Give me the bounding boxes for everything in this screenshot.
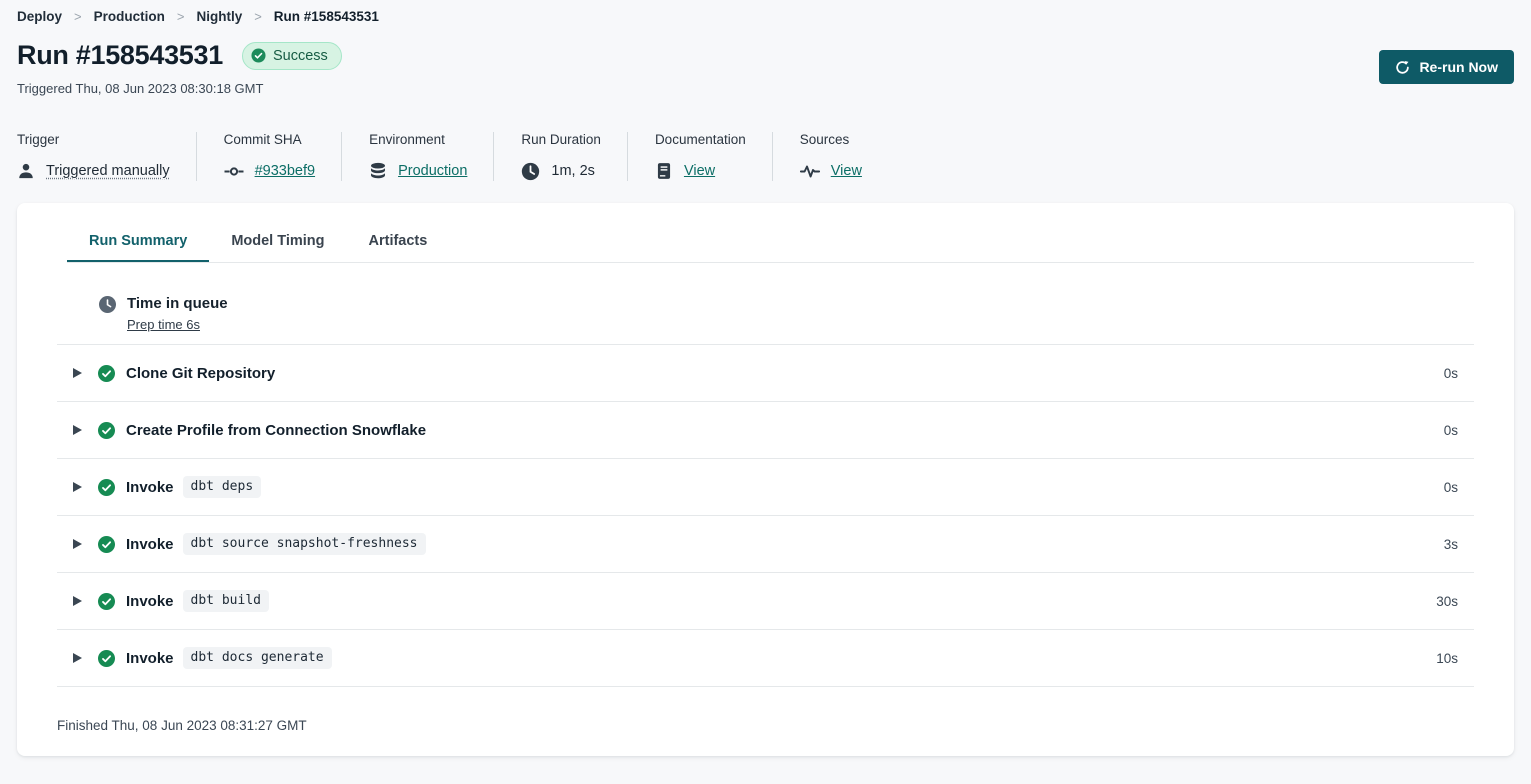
step-row: Invoke dbt build 30s bbox=[57, 573, 1474, 630]
chevron-right-icon: > bbox=[177, 9, 185, 24]
expand-arrow-icon[interactable] bbox=[73, 482, 82, 492]
header: Run #158543531 Success Triggered Thu, 08… bbox=[17, 40, 1514, 96]
person-icon bbox=[17, 162, 35, 180]
breadcrumb-item-deploy[interactable]: Deploy bbox=[17, 9, 62, 24]
book-icon bbox=[655, 162, 673, 180]
meta-documentation-value[interactable]: View bbox=[684, 163, 715, 179]
tab-bar: Run Summary Model Timing Artifacts bbox=[67, 203, 1474, 263]
meta-commit-value[interactable]: #933bef9 bbox=[255, 163, 315, 179]
tab-artifacts[interactable]: Artifacts bbox=[347, 221, 450, 262]
meta-sources: Sources View bbox=[800, 132, 888, 181]
triggered-timestamp: Triggered Thu, 08 Jun 2023 08:30:18 GMT bbox=[17, 81, 342, 96]
breadcrumb-item-nightly[interactable]: Nightly bbox=[196, 9, 242, 24]
expand-arrow-icon[interactable] bbox=[73, 539, 82, 549]
success-check-icon bbox=[98, 365, 115, 382]
success-check-icon bbox=[98, 536, 115, 553]
step-duration: 0s bbox=[1444, 366, 1474, 381]
step-command-chip: dbt deps bbox=[183, 476, 262, 498]
meta-duration-value: 1m, 2s bbox=[551, 163, 595, 179]
meta-environment-label: Environment bbox=[369, 132, 467, 147]
expand-arrow-icon[interactable] bbox=[73, 653, 82, 663]
breadcrumb: Deploy > Production > Nightly > Run #158… bbox=[17, 9, 1514, 24]
step-title: Invoke bbox=[126, 650, 174, 667]
meta-environment-value[interactable]: Production bbox=[398, 163, 467, 179]
expand-arrow-icon[interactable] bbox=[73, 368, 82, 378]
step-row: Invoke dbt docs generate 10s bbox=[57, 630, 1474, 687]
meta-trigger-value[interactable]: Triggered manually bbox=[46, 163, 170, 179]
expand-arrow-icon[interactable] bbox=[73, 425, 82, 435]
tab-run-summary[interactable]: Run Summary bbox=[67, 221, 209, 262]
step-command-chip: dbt build bbox=[183, 590, 269, 612]
steps-list: Clone Git Repository 0s Create Profile f… bbox=[57, 345, 1474, 687]
meta-duration: Run Duration 1m, 2s bbox=[521, 132, 628, 181]
finished-timestamp: Finished Thu, 08 Jun 2023 08:31:27 GMT bbox=[57, 687, 1474, 733]
commit-icon bbox=[224, 165, 244, 178]
step-row: Invoke dbt source snapshot-freshness 3s bbox=[57, 516, 1474, 573]
expand-arrow-icon[interactable] bbox=[73, 596, 82, 606]
database-icon bbox=[369, 162, 387, 180]
chevron-right-icon: > bbox=[254, 9, 262, 24]
meta-commit-label: Commit SHA bbox=[224, 132, 315, 147]
tab-model-timing[interactable]: Model Timing bbox=[209, 221, 346, 262]
meta-sources-label: Sources bbox=[800, 132, 862, 147]
breadcrumb-item-production[interactable]: Production bbox=[94, 9, 165, 24]
step-command-chip: dbt docs generate bbox=[183, 647, 332, 669]
clock-icon bbox=[99, 296, 116, 313]
success-check-icon bbox=[251, 48, 266, 63]
pulse-icon bbox=[800, 164, 820, 179]
meta-sources-value[interactable]: View bbox=[831, 163, 862, 179]
time-in-queue-title: Time in queue bbox=[127, 295, 228, 312]
step-title: Invoke bbox=[126, 479, 174, 496]
step-row: Clone Git Repository 0s bbox=[57, 345, 1474, 402]
run-detail-page: Deploy > Production > Nightly > Run #158… bbox=[0, 0, 1531, 756]
meta-trigger: Trigger Triggered manually bbox=[17, 132, 197, 181]
meta-duration-label: Run Duration bbox=[521, 132, 601, 147]
step-duration: 0s bbox=[1444, 480, 1474, 495]
success-check-icon bbox=[98, 479, 115, 496]
prep-time-link[interactable]: Prep time 6s bbox=[127, 317, 200, 332]
meta-environment: Environment Production bbox=[369, 132, 494, 181]
status-badge-label: Success bbox=[273, 48, 328, 64]
step-title: Invoke bbox=[126, 536, 174, 553]
step-title: Invoke bbox=[126, 593, 174, 610]
rerun-now-button[interactable]: Re-run Now bbox=[1379, 50, 1514, 84]
step-title: Create Profile from Connection Snowflake bbox=[126, 422, 426, 439]
meta-trigger-label: Trigger bbox=[17, 132, 170, 147]
rerun-now-label: Re-run Now bbox=[1419, 59, 1498, 75]
step-duration: 30s bbox=[1436, 594, 1474, 609]
clock-icon bbox=[521, 162, 540, 181]
meta-commit: Commit SHA #933bef9 bbox=[224, 132, 342, 181]
step-duration: 10s bbox=[1436, 651, 1474, 666]
step-row: Create Profile from Connection Snowflake… bbox=[57, 402, 1474, 459]
time-in-queue-row: Time in queue Prep time 6s bbox=[57, 263, 1474, 345]
success-check-icon bbox=[98, 593, 115, 610]
step-row: Invoke dbt deps 0s bbox=[57, 459, 1474, 516]
run-meta-row: Trigger Triggered manually Commit SHA #9… bbox=[17, 132, 1514, 181]
chevron-right-icon: > bbox=[74, 9, 82, 24]
breadcrumb-item-run: Run #158543531 bbox=[274, 9, 379, 24]
step-title: Clone Git Repository bbox=[126, 365, 275, 382]
success-check-icon bbox=[98, 422, 115, 439]
step-duration: 0s bbox=[1444, 423, 1474, 438]
status-badge: Success bbox=[242, 42, 342, 70]
page-title: Run #158543531 bbox=[17, 40, 223, 71]
step-duration: 3s bbox=[1444, 537, 1474, 552]
meta-documentation: Documentation View bbox=[655, 132, 773, 181]
meta-documentation-label: Documentation bbox=[655, 132, 746, 147]
run-summary-card: Run Summary Model Timing Artifacts Time … bbox=[17, 203, 1514, 756]
success-check-icon bbox=[98, 650, 115, 667]
refresh-icon bbox=[1395, 60, 1410, 75]
step-command-chip: dbt source snapshot-freshness bbox=[183, 533, 426, 555]
